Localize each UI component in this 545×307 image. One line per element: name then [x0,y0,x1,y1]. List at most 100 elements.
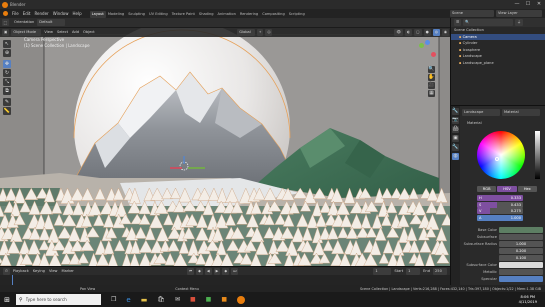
menu-playback[interactable]: Playback [11,268,31,275]
field-value[interactable]: 0.100 [499,254,543,261]
prev-keyframe-icon[interactable]: ◆ [196,267,203,275]
grid-view-icon[interactable]: ▦ [428,90,435,97]
next-keyframe-icon[interactable]: ◆ [222,267,230,275]
app-icon-orange[interactable]: ■ [221,296,227,303]
xray-icon[interactable]: ▢ [414,29,422,36]
render-settings-icon[interactable]: 📷 [452,117,459,124]
tab-layout[interactable]: Layout [89,10,106,18]
menu-add[interactable]: Add [70,29,81,36]
mode-dropdown[interactable]: Object Mode [11,29,42,36]
blender-taskbar-icon[interactable] [237,295,245,304]
tab-uv-editing[interactable]: UV Editing [147,11,170,18]
snap-icon[interactable]: ⌖ [257,29,264,36]
output-settings-icon[interactable]: 🖨 [452,126,459,133]
menu-marker[interactable]: Marker [59,268,75,275]
app-icon-green[interactable]: ■ [206,296,212,303]
channel-row[interactable]: V 0.275 [477,208,523,214]
measure-tool-icon[interactable]: 📏 [3,107,11,115]
tab-compositing[interactable]: Compositing [260,11,287,18]
axis-z-icon[interactable] [425,40,430,45]
channel-row[interactable]: S 0.433 [477,201,523,208]
app-icon-red[interactable]: ■ [190,296,196,303]
3d-viewport[interactable]: ↖ ⊕ ✥ ↻ ⤡ ⧉ ✎ 📏 Camera Perspective (1) S… [0,28,450,266]
rotate-tool-icon[interactable]: ↻ [3,69,11,77]
menu-render[interactable]: Render [32,9,50,18]
transform-orientation-dropdown[interactable]: Global [237,29,256,36]
navigation-gizmo[interactable] [417,40,439,62]
zoom-icon[interactable]: 🔍 [428,66,435,73]
field-value[interactable]: 1.000 [499,240,543,247]
outliner-search[interactable]: 🔍 [463,19,514,26]
windows-start-icon[interactable]: ⊞ [0,292,14,307]
proportional-edit-icon[interactable]: ◎ [265,29,273,36]
channel-row[interactable]: H 0.333 [477,195,523,201]
outliner-display-icon[interactable]: ☰ [454,19,462,26]
tab-hex[interactable]: Hex [517,186,537,192]
tool-settings-icon[interactable]: 🔧 [452,108,459,115]
material-tab[interactable]: Material [502,108,540,116]
object-tab[interactable]: Landscape [462,108,500,116]
base-color-swatch[interactable] [499,226,543,233]
menu-object[interactable]: Object [81,29,97,36]
pan-hand-icon[interactable]: ✋ [428,74,435,81]
shading-material-icon[interactable]: ◍ [432,29,440,36]
subsurface-color-swatch[interactable] [499,261,543,268]
color-wheel[interactable] [477,131,525,179]
orientation-dropdown[interactable]: Default [37,19,66,26]
tab-shading[interactable]: Shading [197,11,216,18]
clock[interactable]: 8:06 PM 4/11/2019 [519,295,537,305]
task-view-icon[interactable]: ❐ [111,296,116,303]
menu-view[interactable]: View [42,29,55,36]
tab-texture-paint[interactable]: Texture Paint [170,11,197,18]
3d-cursor-tool-icon[interactable]: ⊕ [3,49,11,57]
view-layer-selector[interactable]: View Layer [496,10,542,17]
outliner-item-landscape-plane[interactable]: ▪ Landscape_plane [451,60,545,67]
taskbar-search[interactable]: ⚲ Type here to search [16,294,101,305]
value-slider[interactable] [535,131,540,179]
channel-row[interactable]: A 1.000 [477,214,523,221]
play-reverse-icon[interactable]: ◀ [204,267,212,275]
axis-x-icon[interactable] [431,52,436,57]
visibility-icon[interactable]: 👁 [394,29,404,36]
field-value[interactable] [499,275,543,282]
timeline-ruler[interactable] [0,275,450,285]
filter-icon[interactable]: ⏚ [515,19,523,26]
object-settings-icon[interactable]: ▣ [452,135,459,142]
timeline-editor-icon[interactable]: ⏱ [3,267,10,275]
overlays-icon[interactable]: ◐ [405,29,413,36]
play-icon[interactable]: ▶ [213,267,221,275]
editor-type-icon[interactable]: ▣ [2,29,10,36]
tab-sculpting[interactable]: Sculpting [126,11,147,18]
tab-hsv[interactable]: HSV [497,186,517,192]
close-button[interactable]: ✕ [534,1,544,8]
menu-file[interactable]: File [10,9,21,18]
blender-menu-icon[interactable] [2,9,10,18]
maximize-button[interactable]: ☐ [523,1,533,8]
minimize-button[interactable]: — [512,1,522,8]
field-value[interactable] [499,233,543,240]
move-tool-icon[interactable]: ✥ [3,60,11,68]
edge-icon[interactable]: e [126,296,130,304]
shading-solid-icon[interactable]: ● [423,29,431,36]
tab-rendering[interactable]: Rendering [238,11,260,18]
jump-end-icon[interactable]: ⏭ [231,267,239,275]
tab-modeling[interactable]: Modeling [106,11,126,18]
current-frame-field[interactable]: 1 [373,267,392,275]
menu-edit[interactable]: Edit [21,9,33,18]
camera-view-icon[interactable]: 🎥 [428,82,435,89]
start-frame-field[interactable]: 1 [406,267,421,275]
tab-animation[interactable]: Animation [216,11,238,18]
color-picker-handle[interactable] [495,157,499,161]
tab-scripting[interactable]: Scripting [287,11,307,18]
material-settings-icon[interactable]: ◍ [452,153,459,160]
select-box-icon[interactable]: ⬚ [2,19,9,26]
menu-keying[interactable]: Keying [31,268,47,275]
playhead[interactable] [12,275,13,285]
menu-help[interactable]: Help [70,9,83,18]
menu-select[interactable]: Select [55,29,70,36]
field-value[interactable]: 0.200 [499,247,543,254]
menu-timeline-view[interactable]: View [47,268,60,275]
scene-selector[interactable]: Scene [450,10,494,17]
axis-y-icon[interactable] [419,43,424,48]
shading-rendered-icon[interactable]: ◉ [441,29,449,36]
